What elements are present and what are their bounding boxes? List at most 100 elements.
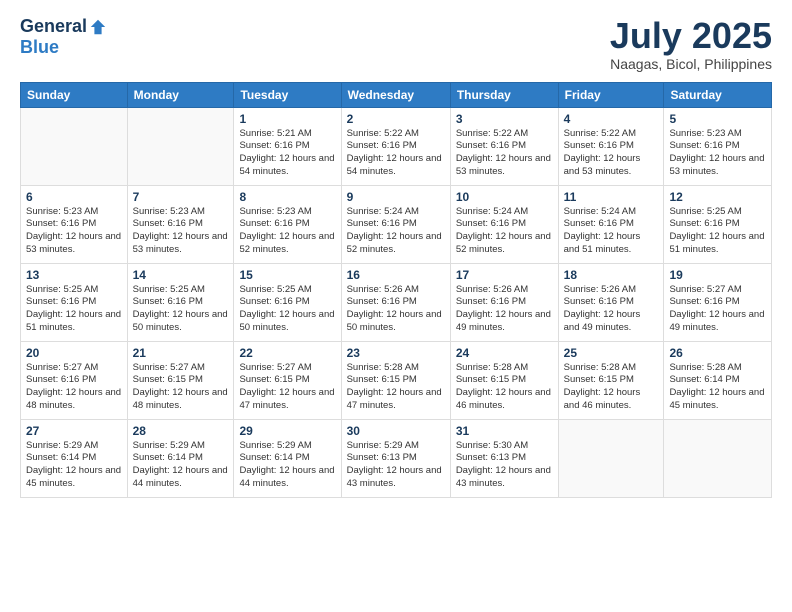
day-info: Sunrise: 5:23 AM Sunset: 6:16 PM Dayligh… (26, 206, 122, 257)
page: General Blue July 2025 Naagas, Bicol, Ph… (0, 0, 792, 612)
table-row: 18Sunrise: 5:26 AM Sunset: 6:16 PM Dayli… (558, 263, 664, 341)
header-monday: Monday (127, 82, 234, 107)
header-friday: Friday (558, 82, 664, 107)
table-row (558, 419, 664, 497)
table-row: 2 Sunrise: 5:22 AM Sunset: 6:16 PM Daylig… (341, 107, 450, 185)
day-info: Sunrise: 5:27 AM Sunset: 6:16 PM Dayligh… (26, 362, 122, 413)
header-wednesday: Wednesday (341, 82, 450, 107)
day-info: Sunrise: 5:23 AM Sunset: 6:16 PM Dayligh… (669, 128, 766, 179)
table-row: 10 Sunrise: 5:24 AM Sunset: 6:16 PM Dayli… (450, 185, 558, 263)
table-row: 6 Sunrise: 5:23 AM Sunset: 6:16 PM Daylig… (21, 185, 128, 263)
day-info: Sunrise: 5:28 AM Sunset: 6:15 PM Dayligh… (456, 362, 553, 413)
day-info: Sunrise: 5:25 AM Sunset: 6:16 PM Dayligh… (133, 284, 229, 335)
day-number: 19 (669, 268, 766, 282)
day-number: 13 (26, 268, 122, 282)
header: General Blue July 2025 Naagas, Bicol, Ph… (20, 16, 772, 72)
day-info: Sunrise: 5:21 AM Sunset: 6:16 PM Dayligh… (239, 128, 335, 179)
day-number: 18 (564, 268, 659, 282)
table-row: 24 Sunrise: 5:28 AM Sunset: 6:15 PM Dayli… (450, 341, 558, 419)
header-sunday: Sunday (21, 82, 128, 107)
calendar-week-row: 13 Sunrise: 5:25 AM Sunset: 6:16 PM Dayli… (21, 263, 772, 341)
day-info: Sunrise: 5:27 AM Sunset: 6:15 PM Dayligh… (239, 362, 335, 413)
table-row: 13 Sunrise: 5:25 AM Sunset: 6:16 PM Dayli… (21, 263, 128, 341)
table-row: 9 Sunrise: 5:24 AM Sunset: 6:16 PM Daylig… (341, 185, 450, 263)
day-info: Sunrise: 5:25 AM Sunset: 6:16 PM Dayligh… (669, 206, 766, 257)
day-number: 22 (239, 346, 335, 360)
day-info: Sunrise: 5:22 AM Sunset: 6:16 PM Dayligh… (564, 128, 659, 179)
day-info: Sunrise: 5:24 AM Sunset: 6:16 PM Dayligh… (456, 206, 553, 257)
table-row: 30Sunrise: 5:29 AM Sunset: 6:13 PM Dayli… (341, 419, 450, 497)
day-info: Sunrise: 5:23 AM Sunset: 6:16 PM Dayligh… (239, 206, 335, 257)
day-number: 8 (239, 190, 335, 204)
header-thursday: Thursday (450, 82, 558, 107)
logo-blue: Blue (20, 37, 59, 58)
day-number: 3 (456, 112, 553, 126)
logo-icon (89, 18, 107, 36)
day-number: 11 (564, 190, 659, 204)
calendar-header-row: Sunday Monday Tuesday Wednesday Thursday… (21, 82, 772, 107)
location: Naagas, Bicol, Philippines (610, 56, 772, 72)
table-row: 11 Sunrise: 5:24 AM Sunset: 6:16 PM Dayli… (558, 185, 664, 263)
day-info: Sunrise: 5:27 AM Sunset: 6:16 PM Dayligh… (669, 284, 766, 335)
logo: General Blue (20, 16, 107, 58)
day-number: 5 (669, 112, 766, 126)
table-row: 17Sunrise: 5:26 AM Sunset: 6:16 PM Dayli… (450, 263, 558, 341)
day-number: 27 (26, 424, 122, 438)
calendar-week-row: 20 Sunrise: 5:27 AM Sunset: 6:16 PM Dayli… (21, 341, 772, 419)
day-number: 24 (456, 346, 553, 360)
table-row: 21Sunrise: 5:27 AM Sunset: 6:15 PM Dayli… (127, 341, 234, 419)
day-number: 28 (133, 424, 229, 438)
day-info: Sunrise: 5:30 AM Sunset: 6:13 PM Dayligh… (456, 440, 553, 491)
day-number: 21 (133, 346, 229, 360)
day-number: 14 (133, 268, 229, 282)
table-row: 3 Sunrise: 5:22 AM Sunset: 6:16 PM Daylig… (450, 107, 558, 185)
day-number: 12 (669, 190, 766, 204)
month-title: July 2025 (610, 16, 772, 56)
day-number: 10 (456, 190, 553, 204)
table-row: 12 Sunrise: 5:25 AM Sunset: 6:16 PM Dayli… (664, 185, 772, 263)
title-section: July 2025 Naagas, Bicol, Philippines (610, 16, 772, 72)
table-row (127, 107, 234, 185)
logo-general: General (20, 16, 87, 37)
table-row: 14 Sunrise: 5:25 AM Sunset: 6:16 PM Dayli… (127, 263, 234, 341)
day-number: 25 (564, 346, 659, 360)
table-row: 23Sunrise: 5:28 AM Sunset: 6:15 PM Dayli… (341, 341, 450, 419)
table-row: 27 Sunrise: 5:29 AM Sunset: 6:14 PM Dayli… (21, 419, 128, 497)
day-number: 9 (347, 190, 445, 204)
day-info: Sunrise: 5:29 AM Sunset: 6:14 PM Dayligh… (26, 440, 122, 491)
day-info: Sunrise: 5:25 AM Sunset: 6:16 PM Dayligh… (239, 284, 335, 335)
day-info: Sunrise: 5:26 AM Sunset: 6:16 PM Dayligh… (456, 284, 553, 335)
table-row: 20 Sunrise: 5:27 AM Sunset: 6:16 PM Dayli… (21, 341, 128, 419)
table-row (21, 107, 128, 185)
header-tuesday: Tuesday (234, 82, 341, 107)
day-number: 2 (347, 112, 445, 126)
table-row: 29 Sunrise: 5:29 AM Sunset: 6:14 PM Dayli… (234, 419, 341, 497)
day-info: Sunrise: 5:26 AM Sunset: 6:16 PM Dayligh… (347, 284, 445, 335)
day-info: Sunrise: 5:25 AM Sunset: 6:16 PM Dayligh… (26, 284, 122, 335)
table-row: 4Sunrise: 5:22 AM Sunset: 6:16 PM Daylig… (558, 107, 664, 185)
day-info: Sunrise: 5:22 AM Sunset: 6:16 PM Dayligh… (347, 128, 445, 179)
day-info: Sunrise: 5:29 AM Sunset: 6:14 PM Dayligh… (133, 440, 229, 491)
table-row: 1 Sunrise: 5:21 AM Sunset: 6:16 PM Daylig… (234, 107, 341, 185)
table-row: 28 Sunrise: 5:29 AM Sunset: 6:14 PM Dayli… (127, 419, 234, 497)
day-info: Sunrise: 5:28 AM Sunset: 6:15 PM Dayligh… (347, 362, 445, 413)
day-info: Sunrise: 5:24 AM Sunset: 6:16 PM Dayligh… (347, 206, 445, 257)
day-number: 1 (239, 112, 335, 126)
table-row: 15Sunrise: 5:25 AM Sunset: 6:16 PM Dayli… (234, 263, 341, 341)
table-row: 22 Sunrise: 5:27 AM Sunset: 6:15 PM Dayli… (234, 341, 341, 419)
day-number: 20 (26, 346, 122, 360)
day-info: Sunrise: 5:22 AM Sunset: 6:16 PM Dayligh… (456, 128, 553, 179)
day-info: Sunrise: 5:24 AM Sunset: 6:16 PM Dayligh… (564, 206, 659, 257)
day-number: 29 (239, 424, 335, 438)
calendar-week-row: 1 Sunrise: 5:21 AM Sunset: 6:16 PM Daylig… (21, 107, 772, 185)
table-row: 26Sunrise: 5:28 AM Sunset: 6:14 PM Dayli… (664, 341, 772, 419)
day-number: 31 (456, 424, 553, 438)
calendar-week-row: 6 Sunrise: 5:23 AM Sunset: 6:16 PM Daylig… (21, 185, 772, 263)
calendar-table: Sunday Monday Tuesday Wednesday Thursday… (20, 82, 772, 498)
table-row: 5 Sunrise: 5:23 AM Sunset: 6:16 PM Daylig… (664, 107, 772, 185)
table-row: 8 Sunrise: 5:23 AM Sunset: 6:16 PM Daylig… (234, 185, 341, 263)
table-row: 19 Sunrise: 5:27 AM Sunset: 6:16 PM Dayli… (664, 263, 772, 341)
day-info: Sunrise: 5:29 AM Sunset: 6:14 PM Dayligh… (239, 440, 335, 491)
table-row (664, 419, 772, 497)
day-number: 6 (26, 190, 122, 204)
